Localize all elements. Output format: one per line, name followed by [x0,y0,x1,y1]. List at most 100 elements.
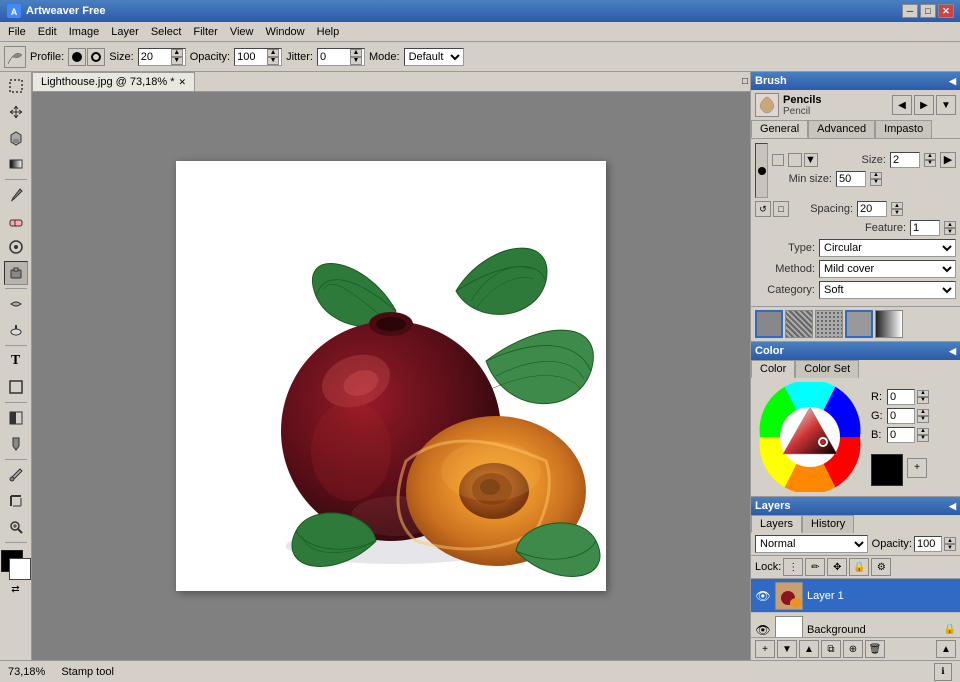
add-color-btn[interactable]: + [907,458,927,478]
document-tab-close[interactable]: ✕ [178,77,186,88]
opacity-down[interactable]: ▼ [944,544,956,551]
brush-minsize-up[interactable]: ▲ [870,172,882,179]
lock-all-btn[interactable]: 🔒 [849,558,869,576]
color-panel-icon[interactable]: ◀ [949,346,956,357]
maximize-button[interactable]: □ [920,4,936,18]
color-wheel[interactable] [755,382,865,492]
layers-scroll-up[interactable]: ▲ [936,640,956,658]
method-select[interactable]: Mild cover Full cover Transparent [819,260,956,278]
brush-btn-1[interactable] [788,153,802,167]
brush-size-up[interactable]: ▲ [924,153,936,160]
brush-color-swatch[interactable] [772,154,784,166]
b-down[interactable]: ▼ [917,435,929,442]
canvas-viewport[interactable] [32,92,750,660]
size-down[interactable]: ▼ [171,57,183,65]
layers-tab-history[interactable]: History [802,515,854,533]
brush-size-down[interactable]: ▼ [924,160,936,167]
layers-tab-layers[interactable]: Layers [751,515,802,533]
tool-zoom[interactable] [4,515,28,539]
tool-dodge[interactable] [4,318,28,342]
layer-duplicate-btn[interactable]: ⧉ [821,640,841,658]
layer-delete-btn[interactable]: 🗑 [865,640,885,658]
current-color-swatch[interactable] [871,454,903,486]
close-button[interactable]: ✕ [938,4,954,18]
layer-eye-1[interactable]: 👁 [755,588,771,604]
jitter-up[interactable]: ▲ [350,49,362,57]
size-input[interactable] [141,51,171,63]
brush-texture-1[interactable] [755,310,783,338]
brush-tab-general[interactable]: General [751,120,808,138]
menu-view[interactable]: View [224,24,260,40]
swap-colors-btn[interactable]: ⇄ [11,584,19,595]
menu-select[interactable]: Select [145,24,188,40]
mode-select[interactable]: Default Multiply Screen [404,48,464,66]
tool-crop[interactable] [4,489,28,513]
spacing-icon-1[interactable]: ↺ [755,201,771,217]
document-restore-btn[interactable]: □ [740,74,750,89]
tool-darken[interactable] [4,406,28,430]
tool-stamp[interactable] [4,261,28,285]
brush-btn-2[interactable]: ▼ [804,153,818,167]
document-tab[interactable]: Lighthouse.jpg @ 73,18% * ✕ [32,72,195,91]
brush-texture-5[interactable] [875,310,903,338]
opacity-down[interactable]: ▼ [267,57,279,65]
brush-size-menu[interactable]: ▶ [940,152,956,168]
tool-brush[interactable] [4,183,28,207]
layer-move-up-btn[interactable]: ▲ [799,640,819,658]
profile-btn-outline[interactable] [87,48,105,66]
type-select[interactable]: Circular Square Custom [819,239,956,257]
brush-feature-down[interactable]: ▼ [944,228,956,235]
brush-panel-icon[interactable]: ◀ [949,76,956,87]
lock-transparency-btn[interactable]: ⋮ [783,558,803,576]
profile-btn-filled[interactable] [68,48,86,66]
lock-move-btn[interactable]: ✥ [827,558,847,576]
menu-layer[interactable]: Layer [105,24,145,40]
lock-active-btn[interactable]: ⚙ [871,558,891,576]
menu-help[interactable]: Help [311,24,346,40]
brush-texture-2[interactable] [785,310,813,338]
layer-row-bg[interactable]: 👁 Background 🔒 [751,613,960,637]
jitter-down[interactable]: ▼ [350,57,362,65]
g-down[interactable]: ▼ [917,416,929,423]
layer-move-down-btn[interactable]: ▼ [777,640,797,658]
menu-filter[interactable]: Filter [187,24,223,40]
opacity-input[interactable] [237,51,267,63]
opacity-up[interactable]: ▲ [944,537,956,544]
background-swatch[interactable] [9,558,31,580]
tool-move[interactable] [4,100,28,124]
g-up[interactable]: ▲ [917,409,929,416]
tool-text[interactable]: T [4,349,28,373]
layers-panel-icon[interactable]: ◀ [949,501,956,512]
r-up[interactable]: ▲ [917,390,929,397]
brush-spacing-down[interactable]: ▼ [891,209,903,216]
color-swatch-area[interactable] [1,550,31,580]
opacity-up[interactable]: ▲ [267,49,279,57]
tool-smudge[interactable] [4,292,28,316]
jitter-input[interactable] [320,51,350,63]
tool-eraser[interactable] [4,209,28,233]
tool-paint-bucket[interactable] [4,432,28,456]
tool-clone[interactable] [4,235,28,259]
layer-eye-bg[interactable]: 👁 [755,622,771,638]
menu-image[interactable]: Image [63,24,106,40]
layer-row-1[interactable]: 👁 Layer 1 [751,579,960,613]
brush-next-btn[interactable]: ▶ [914,95,934,115]
color-tab-colorset[interactable]: Color Set [795,360,859,378]
b-up[interactable]: ▲ [917,428,929,435]
brush-prev-btn[interactable]: ◀ [892,95,912,115]
menu-window[interactable]: Window [260,24,311,40]
brush-texture-4[interactable] [845,310,873,338]
layer-merge-btn[interactable]: ⊕ [843,640,863,658]
category-select[interactable]: Soft Hard Medium [819,281,956,299]
brush-tab-impasto[interactable]: Impasto [875,120,932,138]
status-info-btn[interactable]: ℹ [934,663,952,681]
blend-mode-select[interactable]: Normal Multiply Screen Overlay [755,535,868,553]
size-up[interactable]: ▲ [171,49,183,57]
brush-feature-up[interactable]: ▲ [944,221,956,228]
brush-tab-advanced[interactable]: Advanced [808,120,875,138]
menu-edit[interactable]: Edit [32,24,63,40]
brush-menu-btn[interactable]: ▼ [936,95,956,115]
tool-marquee[interactable] [4,74,28,98]
spacing-icon-2[interactable]: □ [773,201,789,217]
brush-minsize-down[interactable]: ▼ [870,179,882,186]
